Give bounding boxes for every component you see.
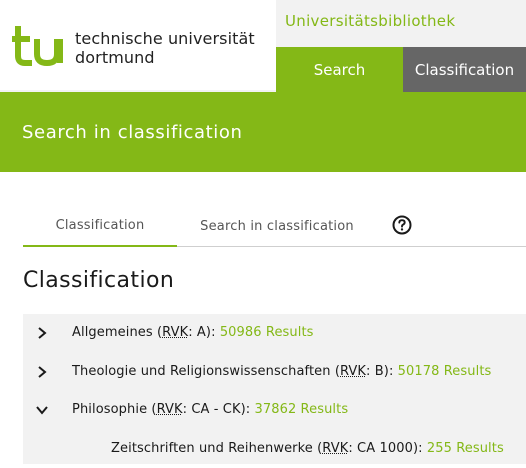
nav-search[interactable]: Search	[276, 47, 403, 92]
tu-dortmund-logo[interactable]: technische universität dortmund	[0, 0, 276, 90]
main-nav: Search Classification	[276, 47, 526, 92]
classification-tree: Allgemeines (RVK: A): 50986 Results Theo…	[23, 314, 526, 464]
results-link[interactable]: 50986 Results	[220, 325, 314, 340]
tab-classification[interactable]: Classification	[23, 205, 177, 247]
tab-search-in-classification[interactable]: Search in classification	[191, 205, 363, 247]
tu-logo-icon	[12, 26, 63, 66]
logo-line-1: technische universität	[75, 29, 255, 48]
tree-item-label: Theologie und Religionswissenschaften (R…	[72, 364, 492, 379]
tree-item-label: Zeitschriften und Reihenwerke (RVK: CA 1…	[111, 441, 504, 456]
tree-item-code: : CA - CK):	[182, 402, 251, 417]
chevron-right-icon[interactable]	[35, 326, 49, 340]
rvk-abbr: RVK	[162, 325, 189, 340]
tree-item: Philosophie (RVK: CA - CK): 37862 Result…	[23, 391, 526, 429]
page-banner: Search in classification	[0, 92, 526, 172]
tree-item: Theologie und Religionswissenschaften (R…	[23, 353, 526, 391]
tree-item: Allgemeines (RVK: A): 50986 Results	[23, 314, 526, 352]
tree-item-code: : CA 1000):	[348, 441, 423, 456]
tree-item-label: Philosophie (RVK: CA - CK): 37862 Result…	[72, 402, 349, 417]
section-title: Classification	[23, 268, 175, 293]
library-title[interactable]: Universitätsbibliothek	[285, 12, 455, 30]
question-circle-icon[interactable]	[392, 215, 412, 235]
tree-item-code: : B):	[366, 364, 394, 379]
tree-item-name[interactable]: Allgemeines	[72, 325, 153, 340]
banner-title: Search in classification	[22, 122, 243, 143]
tree-item-name[interactable]: Philosophie	[72, 402, 147, 417]
rvk-abbr: RVK	[322, 441, 349, 456]
tree-item-name[interactable]: Theologie und Religionswissenschaften	[72, 364, 331, 379]
tree-item-child: Zeitschriften und Reihenwerke (RVK: CA 1…	[23, 430, 526, 468]
chevron-right-icon[interactable]	[35, 365, 49, 379]
logo-line-2: dortmund	[75, 48, 155, 67]
results-link[interactable]: 37862 Results	[254, 402, 348, 417]
rvk-abbr: RVK	[340, 364, 367, 379]
chevron-down-icon[interactable]	[35, 403, 49, 417]
tree-item-code: : A):	[188, 325, 216, 340]
tree-item-label: Allgemeines (RVK: A): 50986 Results	[72, 325, 314, 340]
site-header: technische universität dortmund Universi…	[0, 0, 526, 92]
results-link[interactable]: 255 Results	[427, 441, 504, 456]
results-link[interactable]: 50178 Results	[398, 364, 492, 379]
tree-item-name[interactable]: Zeitschriften und Reihenwerke	[111, 441, 313, 456]
rvk-abbr: RVK	[156, 402, 183, 417]
tab-bar: Classification Search in classification	[23, 205, 526, 247]
nav-classification[interactable]: Classification	[403, 47, 526, 92]
logo-wordmark: technische universität dortmund	[75, 29, 255, 67]
